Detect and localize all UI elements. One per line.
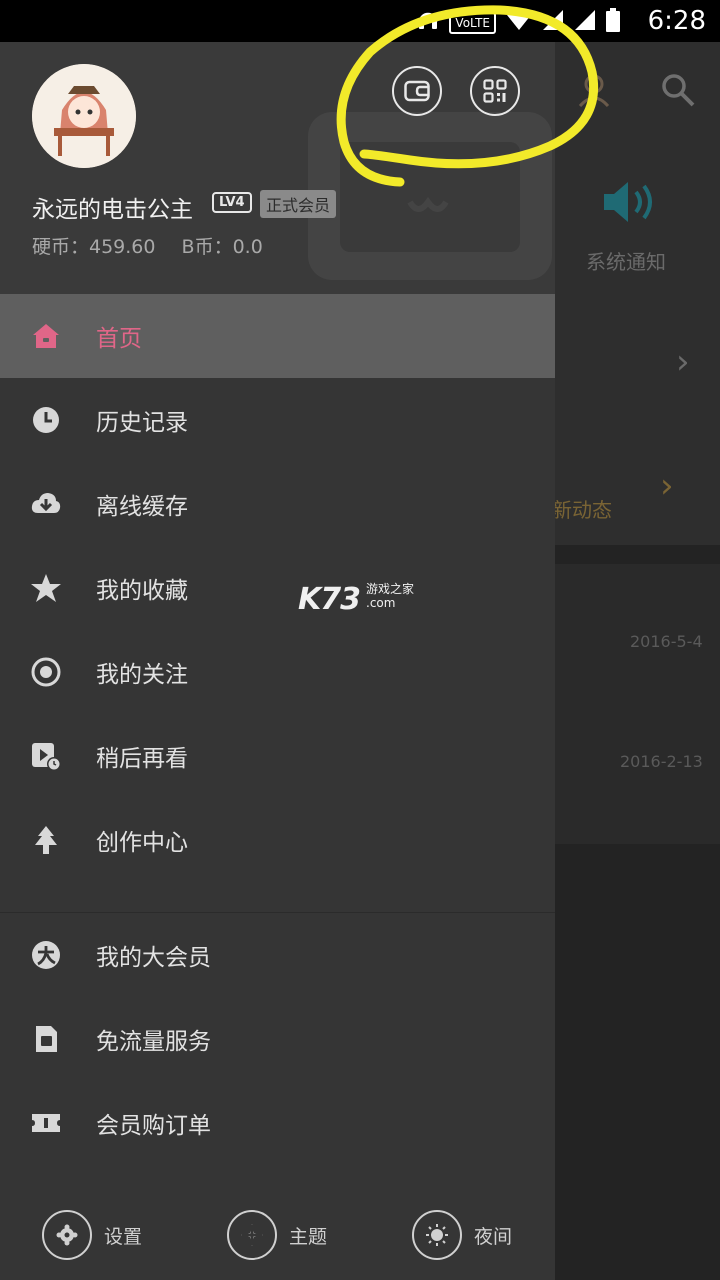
theme-icon: [241, 1224, 263, 1246]
menu-label: 稍后再看: [96, 746, 188, 772]
list-date: 2016-2-13: [620, 752, 703, 771]
new-dynamic-label[interactable]: 新动态: [552, 494, 612, 523]
menu-item-creator-center[interactable]: 创作中心: [0, 798, 555, 882]
bcoins-count: B币：0.0: [181, 236, 263, 258]
clock-icon: [33, 407, 59, 433]
download-cloud-icon: [31, 493, 61, 513]
coins-row: 硬币：459.60 B币：0.0: [32, 232, 283, 259]
level-badge: LV4: [212, 192, 252, 213]
watermark-com: .com: [366, 596, 396, 610]
menu-label: 会员购订单: [96, 1113, 211, 1139]
menu-label: 我的关注: [96, 662, 188, 688]
status-time: 6:28: [647, 6, 706, 36]
menu-item-member-orders[interactable]: 会员购订单: [0, 1081, 555, 1165]
gear-icon: [56, 1224, 78, 1246]
coins-count: 硬币：459.60: [32, 236, 156, 258]
menu-item-vip[interactable]: 我的大会员: [0, 913, 555, 997]
menu-item-favorites[interactable]: 我的收藏: [0, 546, 555, 630]
menu-item-watch-later[interactable]: 稍后再看: [0, 714, 555, 798]
menu-item-following[interactable]: 我的关注: [0, 630, 555, 714]
watch-later-icon: [32, 743, 61, 771]
star-icon: [31, 574, 61, 602]
menu-item-free-data[interactable]: 免流量服务: [0, 997, 555, 1081]
menu-item-home[interactable]: 首页: [0, 294, 555, 378]
settings-label: 设置: [104, 1225, 143, 1248]
menu-label: 首页: [96, 326, 142, 352]
menu-label: 历史记录: [96, 410, 188, 436]
list-date: 2016-5-4: [630, 632, 703, 651]
watermark-sub: 游戏之家: [366, 582, 415, 596]
drawer-bottom-bar: 设置 主题 夜间: [0, 1196, 555, 1280]
tree-icon: [35, 826, 57, 854]
menu-item-offline-cache[interactable]: 离线缓存: [0, 462, 555, 546]
target-icon: [31, 657, 61, 687]
ticket-icon: [32, 1114, 60, 1132]
navigation-drawer: 永远的电击公主 LV4 正式会员 硬币：459.60 B币：0.0 首页 历史记…: [0, 42, 555, 1280]
search-icon[interactable]: [660, 72, 696, 108]
chevron-right-icon-2[interactable]: ›: [660, 466, 674, 506]
theme-label: 主题: [289, 1225, 328, 1248]
k73-watermark: K73 游戏之家 .com: [298, 582, 414, 617]
avatar[interactable]: [32, 64, 136, 168]
night-circle: [412, 1210, 462, 1260]
username: 永远的电击公主: [32, 197, 193, 223]
menu-label: 创作中心: [96, 830, 188, 856]
night-mode-button[interactable]: 夜间: [412, 1210, 512, 1260]
theme-button[interactable]: 主题: [227, 1210, 327, 1260]
night-label: 夜间: [474, 1225, 513, 1248]
menu-label: 我的大会员: [96, 945, 211, 971]
menu-label: 免流量服务: [96, 1029, 211, 1055]
drawer-menu: 首页 历史记录 离线缓存 我的收藏 我的关注 稍后再看 创作中心 我的大会员 免…: [0, 294, 555, 1165]
background-list: [555, 564, 720, 844]
watermark-main: K73: [298, 582, 361, 617]
sim-card-icon: [36, 1026, 57, 1052]
vip-icon: [32, 941, 60, 969]
settings-circle: [42, 1210, 92, 1260]
system-notice-label[interactable]: 系统通知: [586, 246, 666, 275]
member-badge: 正式会员: [260, 190, 337, 218]
menu-divider: [0, 882, 555, 913]
yellow-annotation-circle: [336, 5, 599, 187]
menu-label: 我的收藏: [96, 578, 188, 604]
home-icon: [33, 324, 59, 348]
theme-circle: [227, 1210, 277, 1260]
sun-icon: [426, 1224, 448, 1246]
settings-button[interactable]: 设置: [42, 1210, 142, 1260]
menu-label: 离线缓存: [96, 494, 188, 520]
chevron-right-icon[interactable]: ›: [676, 342, 690, 382]
menu-item-history[interactable]: 历史记录: [0, 378, 555, 462]
